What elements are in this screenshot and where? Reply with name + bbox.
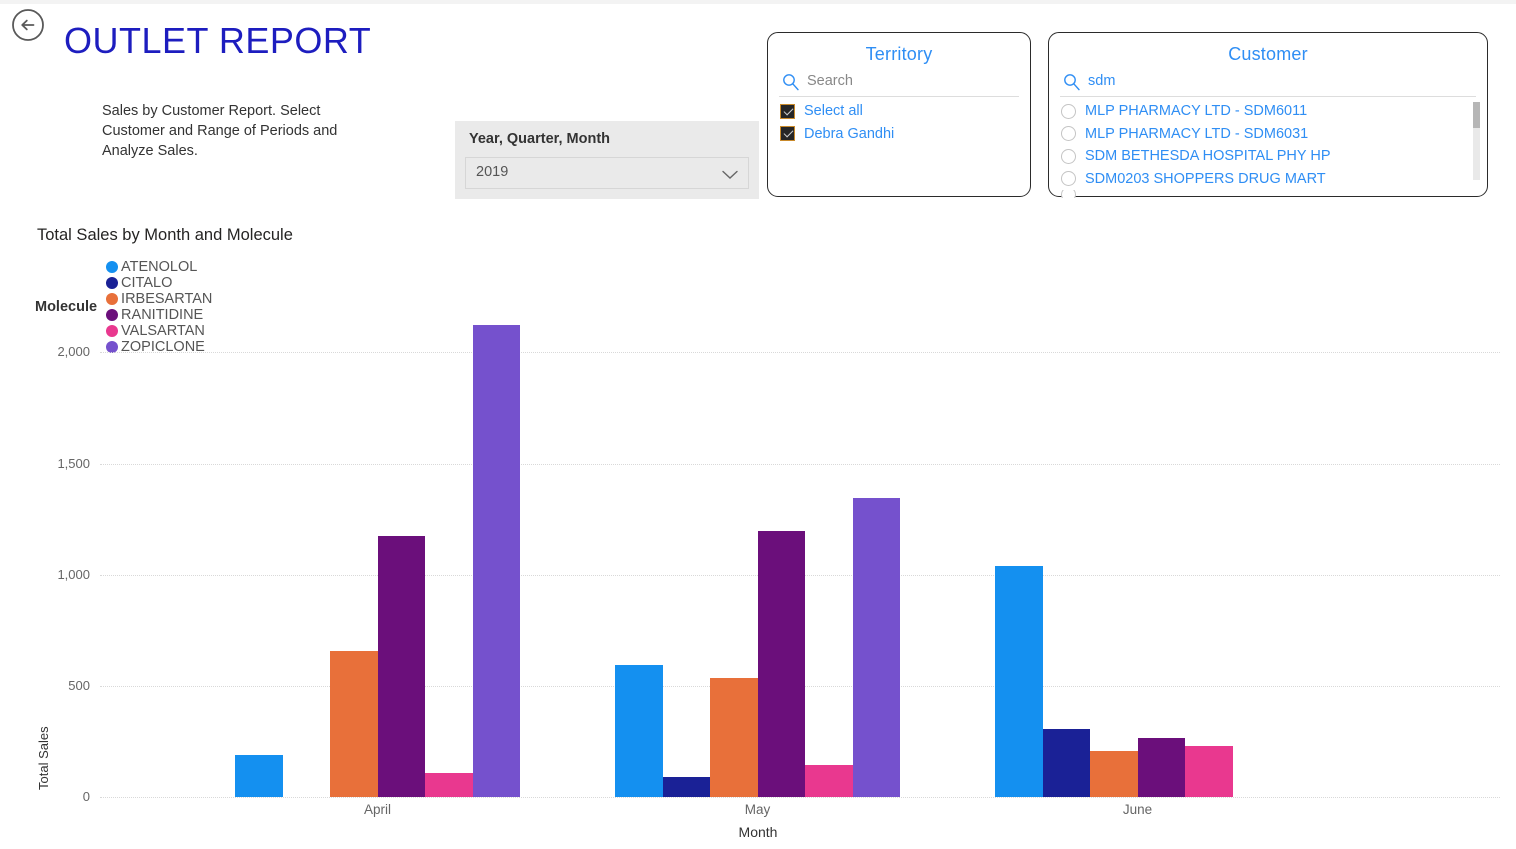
radio-button-icon[interactable]	[1061, 148, 1076, 164]
chart-bars	[0, 290, 1516, 797]
bar-june-ranitidine[interactable]	[1137, 737, 1185, 797]
bar-may-zopiclone[interactable]	[852, 498, 900, 797]
bar-june-irbesartan[interactable]	[1090, 751, 1138, 797]
territory-item-label: Debra Gandhi	[804, 125, 895, 142]
territory-item-label: Select all	[804, 103, 863, 120]
radio-button-icon[interactable]	[1061, 126, 1076, 142]
back-arrow-circle-icon[interactable]	[11, 8, 45, 42]
search-icon	[781, 72, 801, 92]
top-strip	[0, 0, 1516, 4]
search-icon	[1062, 72, 1082, 92]
report-page: OUTLET REPORT Sales by Customer Report. …	[0, 0, 1516, 849]
legend-swatch-icon	[106, 261, 119, 273]
customer-item-label: SDM0203 SHOPPERS DRUG MART	[1085, 170, 1326, 187]
customer-slicer-card: Customer sdm MLP PHARMACY LTD - SDM6011 …	[1048, 32, 1488, 198]
territory-item-select-all[interactable]: Select all	[779, 100, 1019, 123]
territory-slicer-title: Territory	[865, 44, 933, 64]
checkbox-checked-icon[interactable]	[780, 126, 795, 142]
x-axis-tick-label: June	[1122, 802, 1153, 817]
legend-swatch-icon	[106, 277, 119, 289]
chart-title: Total Sales by Month and Molecule	[37, 226, 293, 244]
x-axis-tick-label: April	[363, 802, 391, 817]
customer-search-input[interactable]: sdm	[1060, 71, 1476, 97]
chevron-down-icon	[722, 167, 738, 179]
year-quarter-month-slicer: Year, Quarter, Month 2019	[455, 121, 759, 199]
legend-item-label: ATENOLOL	[121, 259, 198, 275]
bar-may-ranitidine[interactable]	[757, 531, 805, 797]
territory-slicer-list: Select all Debra Gandhi	[779, 100, 1019, 145]
territory-slicer-card: Territory Search Select all Debra Gandhi	[767, 32, 1031, 197]
territory-item-debra-gandhi[interactable]: Debra Gandhi	[779, 123, 1019, 146]
customer-item-label: MLP PHARMACY LTD - SDM6031	[1085, 125, 1309, 142]
year-slicer-label: Year, Quarter, Month	[469, 131, 611, 147]
customer-item-partial[interactable]	[1060, 190, 1476, 198]
bar-april-irbesartan[interactable]	[330, 650, 378, 797]
customer-item-1[interactable]: MLP PHARMACY LTD - SDM6031	[1060, 123, 1476, 146]
bar-april-zopiclone[interactable]	[472, 325, 520, 797]
customer-search-text: sdm	[1088, 73, 1116, 89]
vertical-scrollbar[interactable]	[1473, 102, 1480, 180]
year-dropdown-value: 2019	[476, 164, 509, 180]
x-axis-title: Month	[738, 824, 778, 840]
bar-april-ranitidine[interactable]	[377, 535, 425, 797]
customer-item-3[interactable]: SDM0203 SHOPPERS DRUG MART	[1060, 168, 1476, 191]
territory-search-text: Search	[807, 73, 853, 89]
x-axis-tick-label: May	[744, 802, 771, 817]
bar-june-atenolol[interactable]	[995, 566, 1043, 797]
bar-may-irbesartan[interactable]	[710, 677, 758, 797]
customer-slicer-list: MLP PHARMACY LTD - SDM6011 MLP PHARMACY …	[1060, 100, 1480, 198]
bar-april-atenolol[interactable]	[235, 755, 283, 797]
customer-item-label: SDM BETHESDA HOSPITAL PHY HP	[1085, 148, 1331, 165]
gridline	[100, 797, 1500, 798]
bar-june-citalo[interactable]	[1042, 729, 1090, 797]
customer-item-2[interactable]: SDM BETHESDA HOSPITAL PHY HP	[1060, 145, 1476, 168]
bar-june-valsartan[interactable]	[1185, 745, 1233, 797]
legend-item-label: CITALO	[121, 275, 173, 291]
year-dropdown[interactable]: 2019	[465, 157, 749, 189]
radio-button-icon[interactable]	[1061, 103, 1076, 119]
territory-search-input[interactable]: Search	[779, 71, 1019, 97]
bar-may-citalo[interactable]	[662, 776, 710, 797]
checkbox-checked-icon[interactable]	[780, 103, 795, 119]
legend-item-citalo[interactable]: CITALO	[106, 275, 212, 291]
customer-item-0[interactable]: MLP PHARMACY LTD - SDM6011	[1060, 100, 1476, 123]
page-title: OUTLET REPORT	[64, 20, 372, 61]
bar-may-atenolol[interactable]	[615, 664, 663, 797]
scrollbar-thumb[interactable]	[1473, 102, 1480, 128]
bar-april-valsartan[interactable]	[425, 772, 473, 797]
radio-button-icon[interactable]	[1061, 190, 1076, 198]
customer-item-label: MLP PHARMACY LTD - SDM6011	[1085, 103, 1308, 120]
legend-item-atenolol[interactable]: ATENOLOL	[106, 259, 212, 275]
bar-may-valsartan[interactable]	[805, 765, 853, 797]
radio-button-icon[interactable]	[1061, 171, 1076, 187]
customer-slicer-title: Customer	[1228, 44, 1308, 64]
chart-plot-area: Total Sales 0 500 1,000 1,500 2,000 April May…	[0, 290, 1516, 849]
report-description: Sales by Customer Report. Select Custome…	[102, 103, 338, 159]
